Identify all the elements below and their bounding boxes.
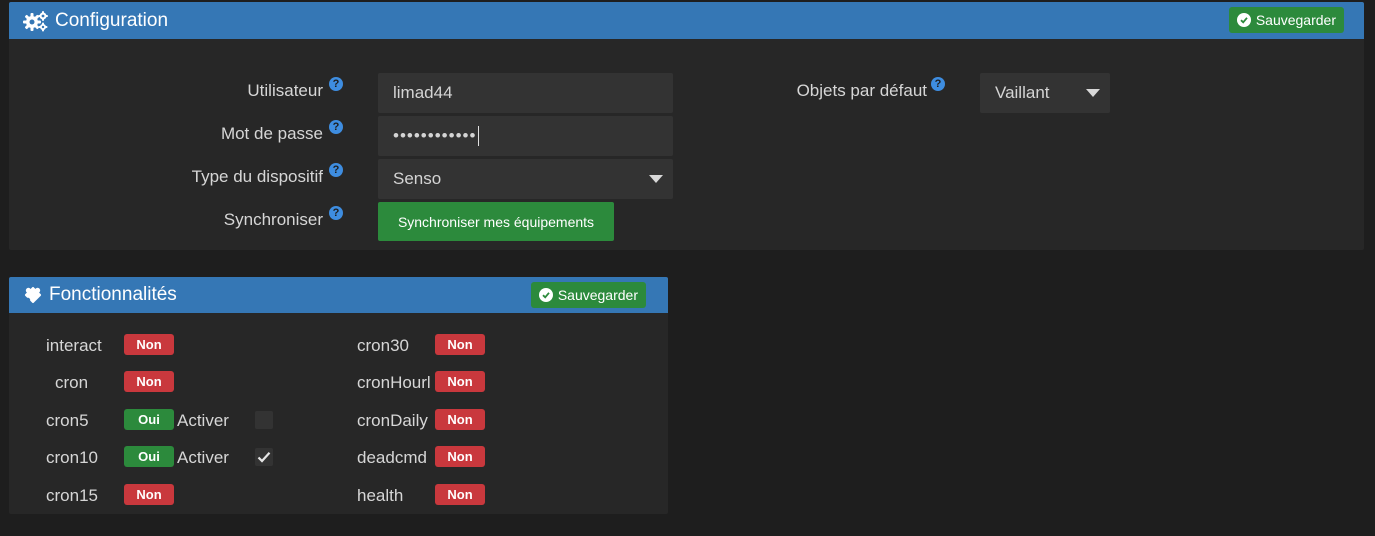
status-badge-interact: Non xyxy=(124,334,174,355)
chevron-down-icon xyxy=(1086,89,1100,97)
activer-label-cron10: Activer xyxy=(177,448,229,467)
password-input[interactable]: •••••••••••• xyxy=(378,116,673,156)
username-label: Utilisateur xyxy=(247,81,323,100)
configuration-save-label: Sauvegarder xyxy=(1255,12,1336,28)
username-input[interactable]: limad44 xyxy=(378,73,673,113)
default-objects-value: Vaillant xyxy=(995,83,1050,102)
status-badge-deadcmd: Non xyxy=(435,446,485,467)
features-save-label: Sauvegarder xyxy=(557,287,638,303)
configuration-title: Configuration xyxy=(55,9,169,31)
status-badge-cron30: Non xyxy=(435,334,485,355)
question-circle-icon[interactable]: ? xyxy=(329,206,343,220)
cogs-icon xyxy=(23,10,49,32)
configuration-save-button[interactable]: Sauvegarder xyxy=(1228,7,1344,33)
feature-label-health: health xyxy=(357,486,404,505)
default-objects-label: Objets par défaut xyxy=(796,81,927,100)
configuration-panel-header: Configuration Sauvegarder xyxy=(9,2,1364,39)
checkmark-icon xyxy=(257,452,271,463)
device-type-select[interactable]: Senso xyxy=(378,159,673,199)
password-value: •••••••••••• xyxy=(393,126,477,145)
question-circle-icon[interactable]: ? xyxy=(329,163,343,177)
puzzle-icon xyxy=(23,285,43,305)
feature-label-cron30: cron30 xyxy=(357,336,409,355)
feature-label-cron5: cron5 xyxy=(46,411,89,430)
activer-checkbox-cron10[interactable] xyxy=(255,448,273,466)
feature-label-cron15: cron15 xyxy=(46,486,98,505)
configuration-panel: Configuration Sauvegarder Utilisateur ? … xyxy=(9,2,1364,250)
feature-label-crondaily: cronDaily xyxy=(357,411,428,430)
status-badge-cron5: Oui xyxy=(124,409,174,430)
features-panel-header: Fonctionnalités Sauvegarder xyxy=(9,277,668,313)
activer-checkbox-cron5[interactable] xyxy=(255,411,273,429)
device-type-label: Type du dispositif xyxy=(191,167,323,186)
features-title: Fonctionnalités xyxy=(49,284,177,305)
question-circle-icon[interactable]: ? xyxy=(931,77,945,91)
chevron-down-icon xyxy=(649,175,663,183)
sync-label: Synchroniser xyxy=(223,210,323,229)
question-circle-icon[interactable]: ? xyxy=(329,120,343,134)
default-objects-select[interactable]: Vaillant xyxy=(980,73,1110,113)
status-badge-crondaily: Non xyxy=(435,409,485,430)
status-badge-cron15: Non xyxy=(124,484,174,505)
check-circle-icon xyxy=(1236,13,1251,27)
features-panel: Fonctionnalités Sauvegarder interact Non… xyxy=(9,277,668,514)
status-badge-cron10: Oui xyxy=(124,446,174,467)
password-label: Mot de passe xyxy=(220,124,323,143)
sync-button[interactable]: Synchroniser mes équipements xyxy=(378,202,614,241)
feature-label-deadcmd: deadcmd xyxy=(357,448,427,467)
text-cursor xyxy=(478,126,480,146)
check-circle-icon xyxy=(538,288,553,302)
status-badge-cron: Non xyxy=(124,371,174,392)
status-badge-health: Non xyxy=(435,484,485,505)
status-badge-cronhourly: Non xyxy=(435,371,485,392)
features-save-button[interactable]: Sauvegarder xyxy=(530,282,646,308)
feature-label-cron10: cron10 xyxy=(46,448,98,467)
activer-label-cron5: Activer xyxy=(177,411,229,430)
device-type-value: Senso xyxy=(393,169,442,188)
feature-label-cronhourly: cronHourl xyxy=(357,373,431,392)
question-circle-icon[interactable]: ? xyxy=(329,77,343,91)
feature-label-cron: cron xyxy=(55,373,89,392)
feature-label-interact: interact xyxy=(46,336,102,355)
